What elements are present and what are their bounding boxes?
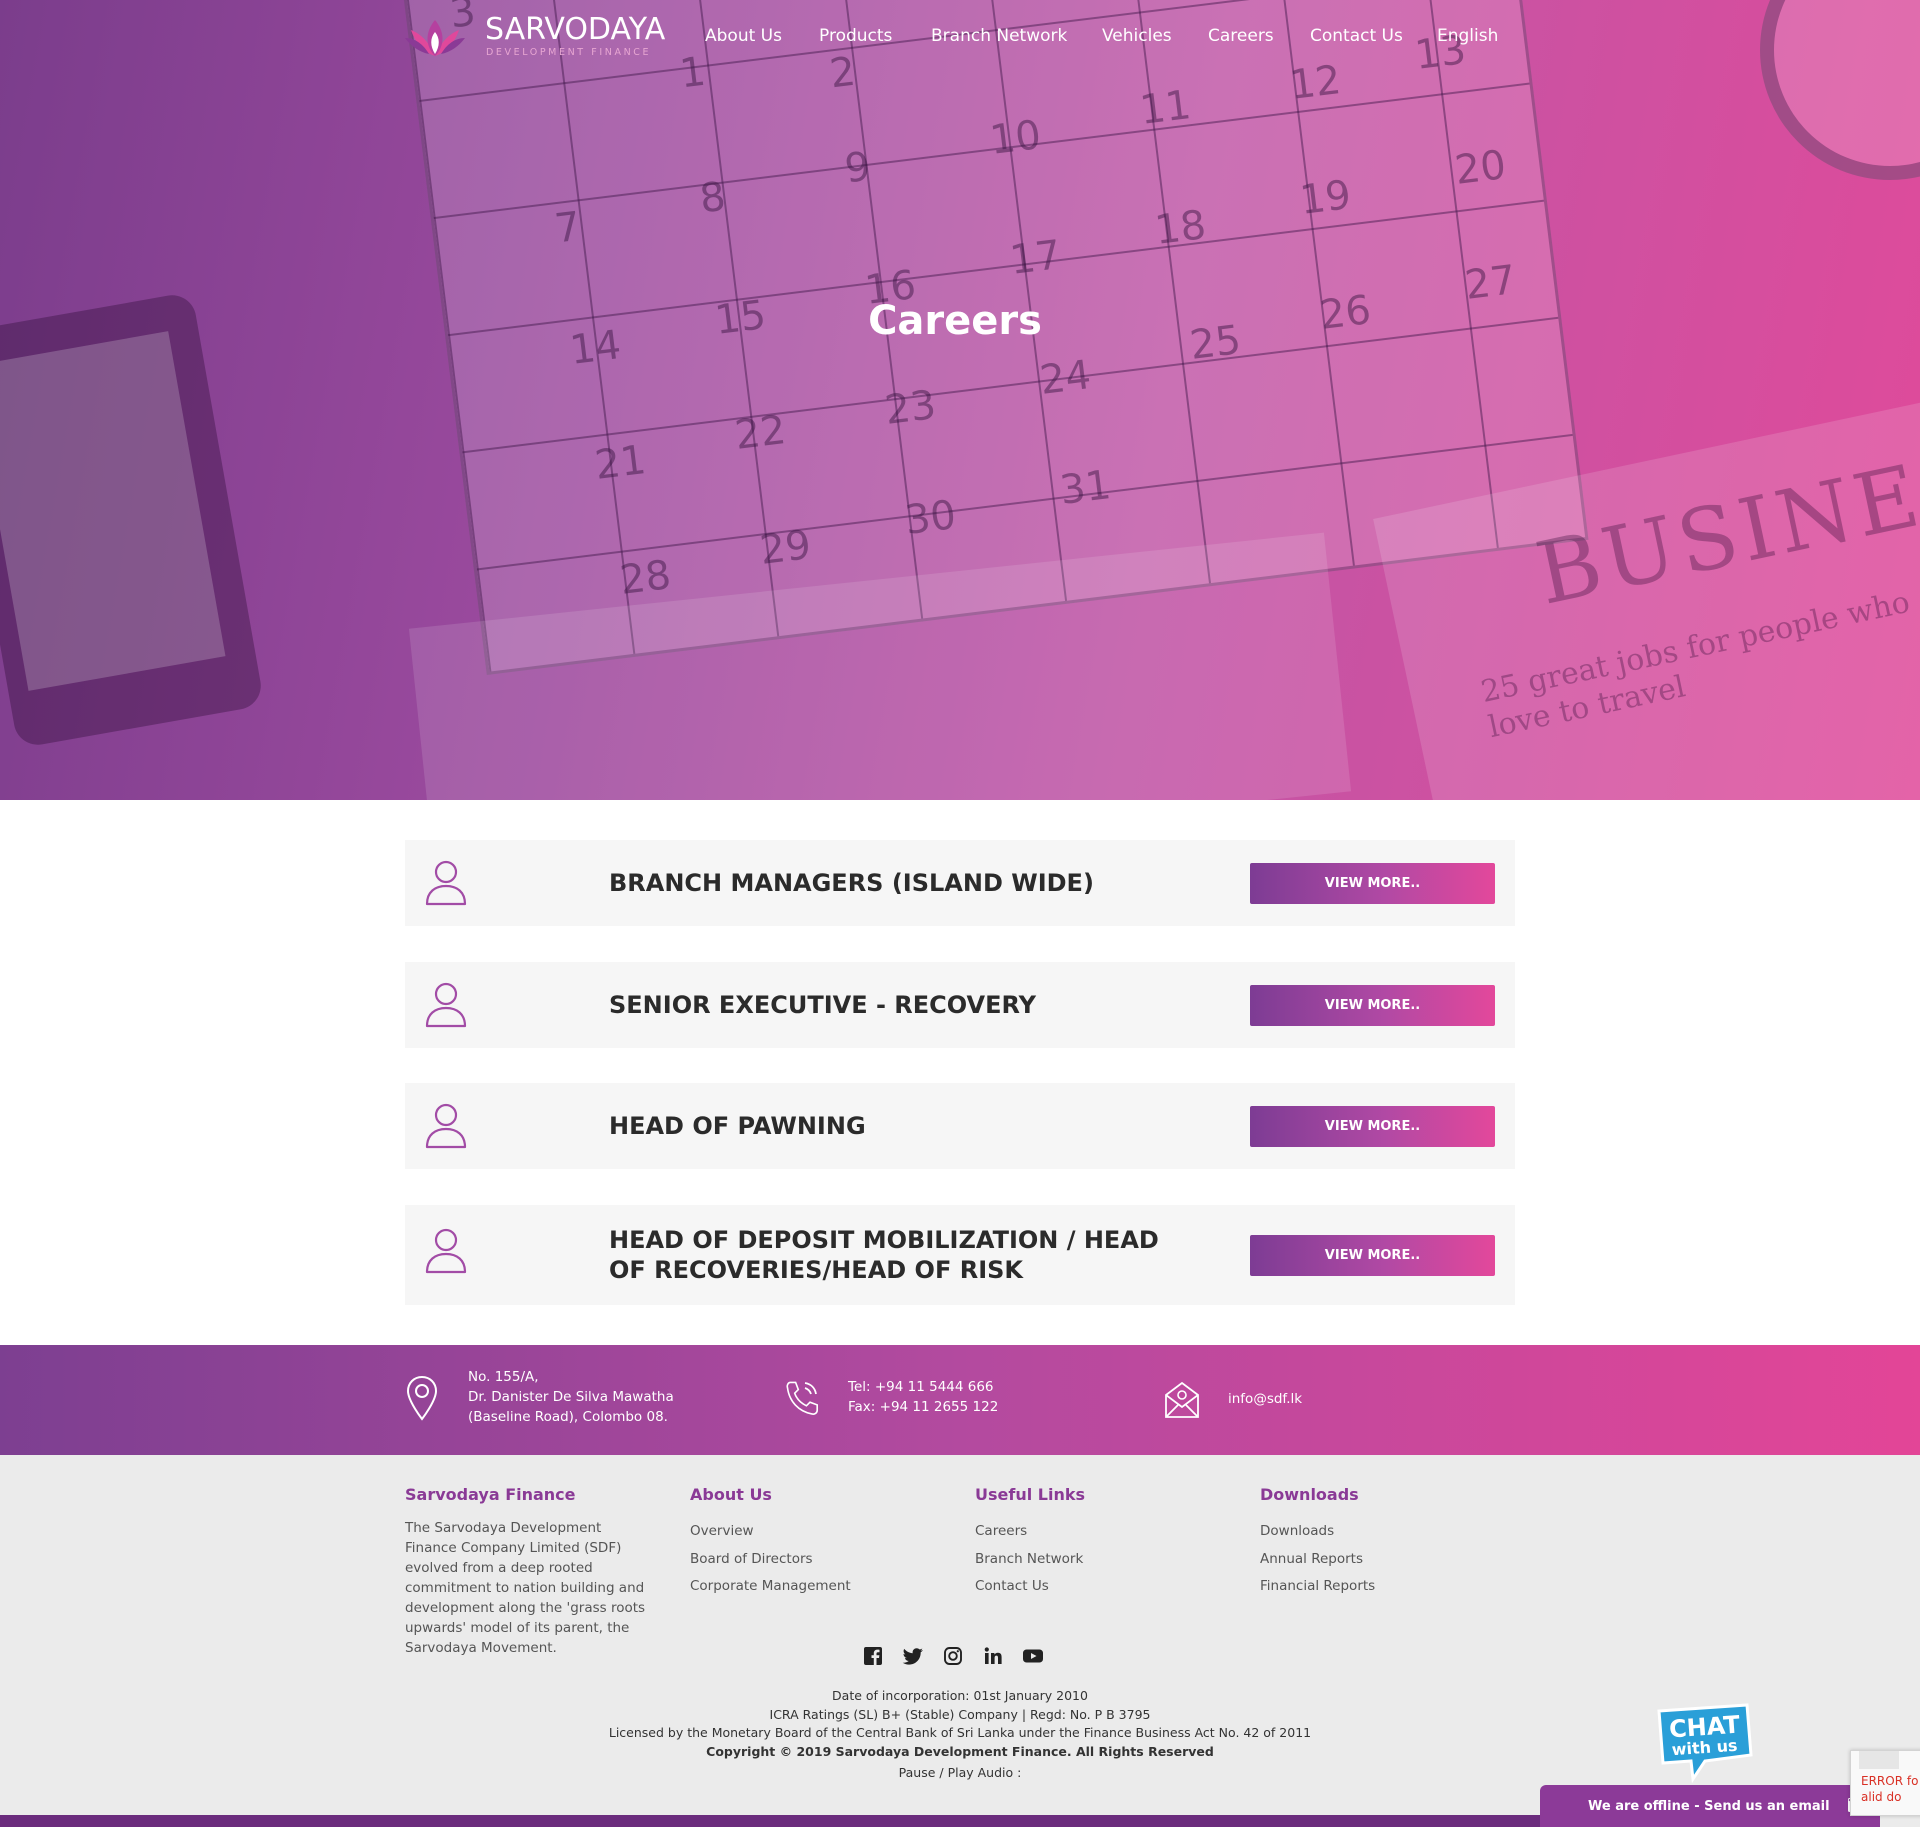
footer-link[interactable]: Downloads: [1260, 1518, 1375, 1546]
recaptcha-badge[interactable]: ERROR fo alid do: [1850, 1750, 1920, 1816]
calendar-number: 19: [1297, 172, 1354, 224]
calendar-number: 11: [1137, 82, 1194, 134]
social-links: [862, 1645, 1062, 1667]
ratings-text: ICRA Ratings (SL) B+ (Stable) Company | …: [769, 1706, 1151, 1722]
nav-products[interactable]: Products: [819, 26, 892, 46]
calendar-number: 30: [902, 492, 959, 544]
footer-link[interactable]: Contact Us: [975, 1573, 1085, 1601]
footer-about-text: The Sarvodaya Development Finance Compan…: [405, 1520, 646, 1656]
footer-link[interactable]: Board of Directors: [690, 1546, 851, 1574]
legal-info: Date of incorporation: 01st January 2010…: [0, 1687, 1920, 1783]
calendar-number: 23: [882, 382, 939, 434]
address-text: No. 155/A, Dr. Danister De Silva Mawatha…: [468, 1367, 674, 1427]
calendar-number: 24: [1037, 352, 1094, 404]
address-line: (Baseline Road), Colombo 08.: [468, 1409, 668, 1425]
contact-band: No. 155/A, Dr. Danister De Silva Mawatha…: [0, 1345, 1920, 1455]
calendar-number: 2: [827, 48, 859, 98]
footer-link[interactable]: Annual Reports: [1260, 1546, 1375, 1574]
twitter-icon[interactable]: [902, 1645, 924, 1667]
person-icon: [425, 982, 467, 1028]
footer-heading: Sarvodaya Finance: [405, 1485, 576, 1504]
footer-useful-links: Useful Links Careers Branch Network Cont…: [975, 1485, 1085, 1601]
phone-icon: [786, 1381, 819, 1415]
job-title: BRANCH MANAGERS (ISLAND WIDE): [609, 869, 1094, 897]
calendar-number: 29: [757, 522, 814, 574]
recaptcha-error: ERROR fo alid do: [1861, 1773, 1918, 1805]
location-pin-icon: [406, 1375, 438, 1421]
audio-toggle[interactable]: Pause / Play Audio :: [0, 1764, 1920, 1783]
page-bottom-bar: [0, 1815, 1540, 1827]
footer-about: Sarvodaya Finance The Sarvodaya Developm…: [405, 1485, 655, 1658]
main-nav: About Us Products Branch Network Vehicle…: [0, 26, 1920, 50]
job-card: SENIOR EXECUTIVE - RECOVERY VIEW MORE..: [405, 962, 1515, 1048]
job-card: HEAD OF DEPOSIT MOBILIZATION / HEAD OF R…: [405, 1205, 1515, 1305]
footer-heading: Downloads: [1260, 1485, 1359, 1504]
footer-link[interactable]: Corporate Management: [690, 1573, 851, 1601]
footer-link[interactable]: Financial Reports: [1260, 1573, 1375, 1601]
license-text: Licensed by the Monetary Board of the Ce…: [608, 1725, 1312, 1740]
calendar-number: 10: [987, 112, 1044, 164]
calendar-number: 8: [697, 173, 729, 223]
calendar-number: 7: [552, 203, 584, 253]
calendar-number: 22: [732, 407, 789, 459]
job-card: HEAD OF PAWNING VIEW MORE..: [405, 1083, 1515, 1169]
nav-branch-network[interactable]: Branch Network: [931, 26, 1067, 46]
instagram-icon[interactable]: [942, 1645, 964, 1667]
hero-banner: BUSINE 25 great jobs for people who love…: [0, 0, 1920, 800]
nav-contact-us[interactable]: Contact Us: [1310, 26, 1403, 46]
fax-line: Fax: +94 11 2655 122: [848, 1399, 999, 1415]
chat-with-us-badge[interactable]: CHAT with us: [1653, 1703, 1753, 1783]
copyright-text: Copyright © 2019 Sarvodaya Development F…: [706, 1743, 1214, 1759]
phone-text: Tel: +94 11 5444 666 Fax: +94 11 2655 12…: [848, 1377, 998, 1417]
footer-downloads: Downloads Downloads Annual Reports Finan…: [1260, 1485, 1375, 1601]
nav-about-us[interactable]: About Us: [705, 26, 782, 46]
footer: Sarvodaya Finance The Sarvodaya Developm…: [0, 1455, 1920, 1827]
job-title: HEAD OF PAWNING: [609, 1112, 866, 1140]
page-title: Careers: [868, 298, 1042, 344]
youtube-icon[interactable]: [1022, 1645, 1044, 1667]
chat-offline-text: We are offline - Send us an email: [1588, 1799, 1830, 1814]
view-more-button[interactable]: VIEW MORE..: [1250, 863, 1495, 904]
calendar-number: 21: [592, 437, 649, 489]
view-more-button[interactable]: VIEW MORE..: [1250, 985, 1495, 1026]
calendar-number: 18: [1152, 202, 1209, 254]
calendar-number: 31: [1057, 462, 1114, 514]
linkedin-icon[interactable]: [982, 1645, 1004, 1667]
recaptcha-error-line: alid do: [1861, 1790, 1902, 1804]
job-card: BRANCH MANAGERS (ISLAND WIDE) VIEW MORE.…: [405, 840, 1515, 926]
footer-link[interactable]: Careers: [975, 1518, 1085, 1546]
job-title: HEAD OF DEPOSIT MOBILIZATION / HEAD OF R…: [609, 1226, 1159, 1284]
job-title: SENIOR EXECUTIVE - RECOVERY: [609, 991, 1037, 1019]
view-more-button[interactable]: VIEW MORE..: [1250, 1106, 1495, 1147]
person-icon: [425, 860, 467, 906]
incorporation-date: Date of incorporation: 01st January 2010: [832, 1688, 1088, 1703]
email-envelope-icon: [1165, 1381, 1199, 1418]
recaptcha-tab: [1859, 1751, 1899, 1769]
footer-heading: Useful Links: [975, 1485, 1086, 1504]
calendar-number: 28: [617, 552, 674, 604]
person-icon: [425, 1228, 467, 1274]
email-text[interactable]: info@sdf.lk: [1228, 1389, 1302, 1409]
nav-vehicles[interactable]: Vehicles: [1102, 26, 1172, 46]
calendar-number: 1: [677, 48, 709, 98]
facebook-icon[interactable]: [862, 1645, 884, 1667]
phone-line: Tel: +94 11 5444 666: [848, 1379, 994, 1395]
footer-link[interactable]: Overview: [690, 1518, 851, 1546]
view-more-button[interactable]: VIEW MORE..: [1250, 1235, 1495, 1276]
chat-offline-bar[interactable]: We are offline - Send us an email: [1540, 1785, 1880, 1827]
calendar-number: 9: [842, 143, 874, 193]
recaptcha-error-line: ERROR fo: [1861, 1774, 1919, 1788]
address-line: Dr. Danister De Silva Mawatha: [468, 1389, 674, 1405]
footer-heading: About Us: [690, 1485, 772, 1504]
nav-careers[interactable]: Careers: [1208, 26, 1274, 46]
phone-image: [0, 291, 265, 749]
nav-language[interactable]: English: [1437, 26, 1498, 46]
calendar-number: 20: [1452, 142, 1509, 194]
footer-about-links: About Us Overview Board of Directors Cor…: [690, 1485, 851, 1601]
calendar-number: 12: [1287, 57, 1344, 109]
address-line: No. 155/A,: [468, 1369, 539, 1385]
calendar-number: 17: [1007, 232, 1064, 284]
person-icon: [425, 1103, 467, 1149]
footer-link[interactable]: Branch Network: [975, 1546, 1085, 1574]
